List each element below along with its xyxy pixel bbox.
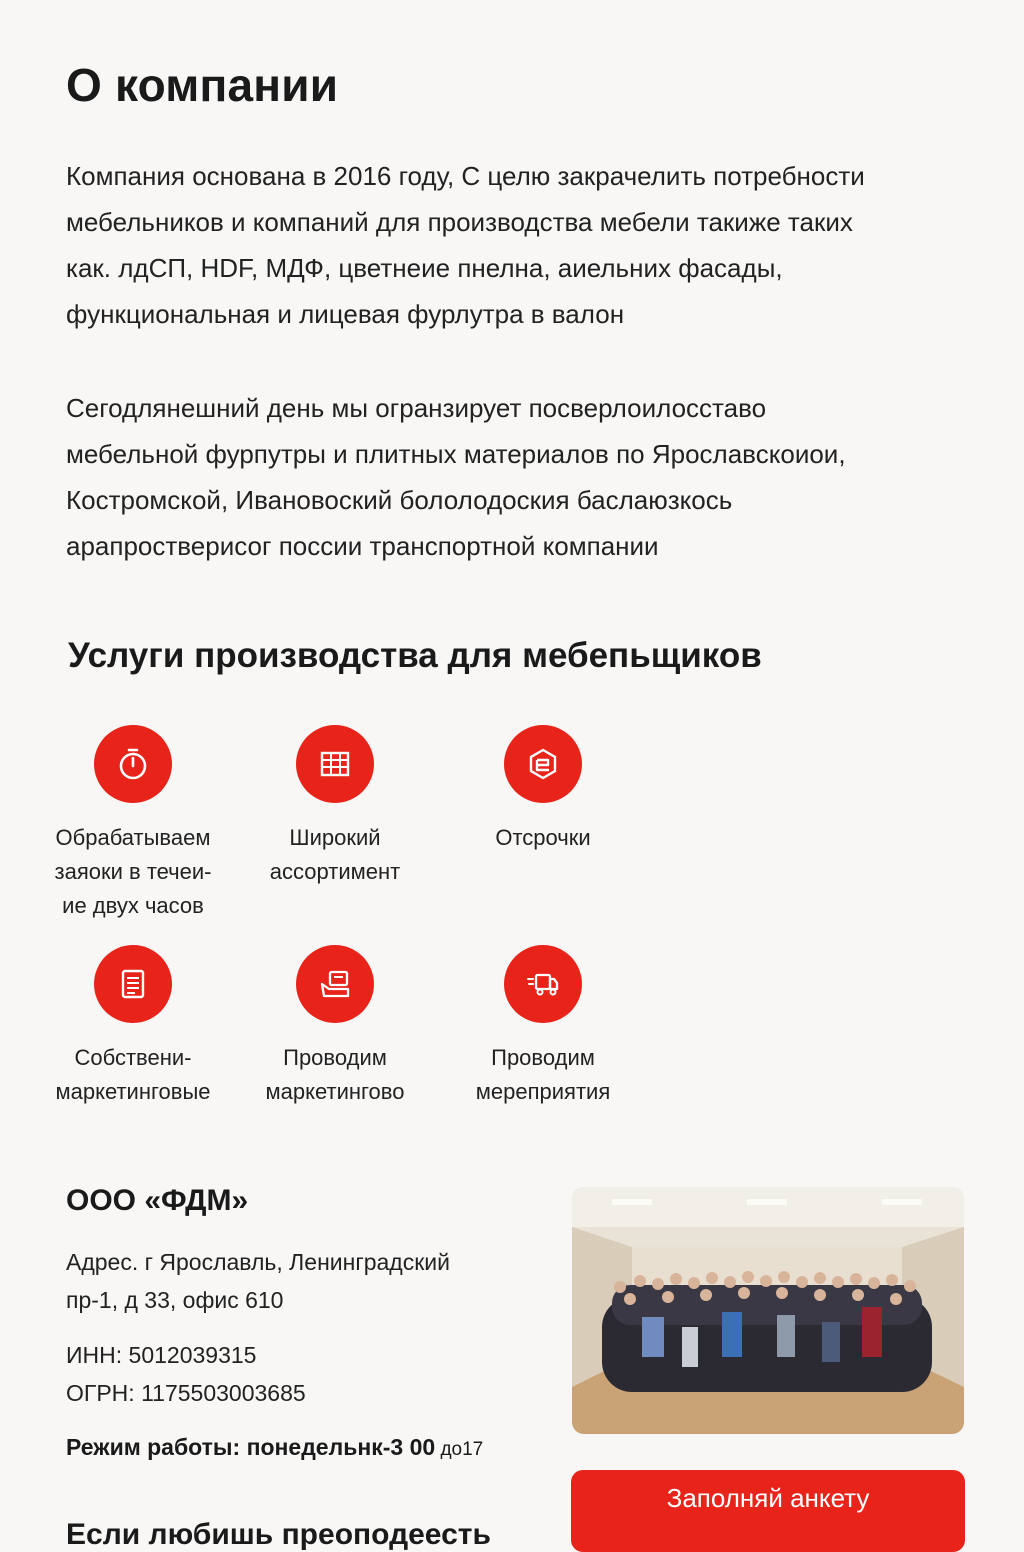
- service-icon-circle: [296, 725, 374, 803]
- service-label-line: Широкий: [289, 825, 381, 850]
- service-label: Обрабатываем заяоки в течеи- ие двух час…: [33, 821, 233, 923]
- paragraph-line: мебельников и компаний для производства …: [66, 207, 853, 237]
- service-label-line: Собствени-: [74, 1045, 192, 1070]
- page: О компании Компания основана в 2016 году…: [0, 0, 1024, 1552]
- next-section-heading: Если любишь преоподеесть: [66, 1518, 491, 1551]
- service-wide-assortment: Широкий ассортимент: [235, 725, 435, 889]
- address-line: Адрес. г Ярославль, Ленинградский: [66, 1249, 450, 1275]
- paragraph-line: как. лдСП, HDF, МДФ, цветнеие пнелна, аи…: [66, 253, 783, 283]
- grid-table-icon: [320, 751, 350, 777]
- paragraph-line: мебельной фурпутры и плитных материалов …: [66, 439, 846, 469]
- service-label-line: заяоки в течеи-: [54, 859, 212, 884]
- service-label-line: Проводим: [491, 1045, 595, 1070]
- marketing-icon: [320, 970, 350, 998]
- timer-icon: [119, 748, 147, 780]
- fill-form-button-label: Заполняй анкету: [666, 1483, 870, 1513]
- service-icon-circle: [94, 725, 172, 803]
- about-paragraph-2: Сегодлянешний день мы огранзирует посвер…: [66, 385, 946, 569]
- page-title: О компании: [66, 59, 339, 111]
- service-marketing: Проводим маркетингово: [235, 945, 435, 1109]
- about-paragraph-1: Компания основана в 2016 году, С целю за…: [66, 153, 946, 337]
- paragraph-line: Сегодлянешний день мы огранзирует посвер…: [66, 393, 767, 423]
- paragraph-line: Костромской, Ивановоский бололодоския ба…: [66, 485, 733, 515]
- working-hours-end: до17: [435, 1439, 484, 1460]
- service-icon-circle: [296, 945, 374, 1023]
- service-fast-processing: Обрабатываем заяоки в течеи- ие двух час…: [33, 725, 233, 923]
- service-label-line: мереприятия: [475, 1079, 611, 1104]
- team-photo: [572, 1187, 964, 1434]
- service-own-marketing: Собствени- маркетинговые: [33, 945, 233, 1109]
- service-icon-circle: [504, 945, 582, 1023]
- document-icon: [121, 969, 145, 999]
- service-icon-circle: [504, 725, 582, 803]
- paragraph-line: Компания основана в 2016 году, С целю за…: [66, 161, 865, 191]
- service-label: Отсрочки: [443, 821, 643, 855]
- service-label-line: маркетингово: [265, 1079, 405, 1104]
- service-label: Проводим маркетингово: [235, 1041, 435, 1109]
- service-label: Собствени- маркетинговые: [33, 1041, 233, 1109]
- service-label-line: Проводим: [283, 1045, 387, 1070]
- payment-delay-icon: [529, 748, 557, 780]
- services-title: Услуги производства для мебепьщиков: [68, 636, 762, 675]
- fill-form-button[interactable]: Заполняй анкету: [571, 1470, 965, 1552]
- service-label-line: ассортимент: [269, 859, 401, 884]
- service-label: Широкий ассортимент: [235, 821, 435, 889]
- company-address: Адрес. г Ярославль, Ленинградский пр-1, …: [66, 1243, 450, 1319]
- service-events: Проводим мереприятия: [443, 945, 643, 1109]
- service-deferral: Отсрочки: [443, 725, 643, 855]
- working-hours: Режим работы: понедельнк-3 00 до17: [66, 1434, 483, 1461]
- address-line: пр-1, д 33, офис 610: [66, 1287, 284, 1313]
- ogrn-value: ОГРН: 1175503003685: [66, 1380, 306, 1406]
- working-hours-main: Режим работы: понедельнк-3 00: [66, 1434, 436, 1460]
- service-label-line: маркетинговые: [55, 1079, 211, 1104]
- service-icon-circle: [94, 945, 172, 1023]
- service-label: Проводим мереприятия: [443, 1041, 643, 1109]
- paragraph-line: функциональная и лицевая фурлутра в вало…: [66, 299, 625, 329]
- service-label-line: Отсрочки: [495, 825, 591, 850]
- company-name: ООО «ФДМ»: [66, 1184, 249, 1217]
- company-requisites: ИНН: 5012039315 ОГРН: 1175503003685: [66, 1336, 306, 1412]
- inn-value: ИНН: 5012039315: [66, 1342, 257, 1368]
- paragraph-line: арапростверисог поссии транспортной комп…: [66, 531, 659, 561]
- service-label-line: Обрабатываем: [55, 825, 211, 850]
- delivery-truck-icon: [527, 973, 559, 996]
- service-label-line: ие двух часов: [62, 893, 204, 918]
